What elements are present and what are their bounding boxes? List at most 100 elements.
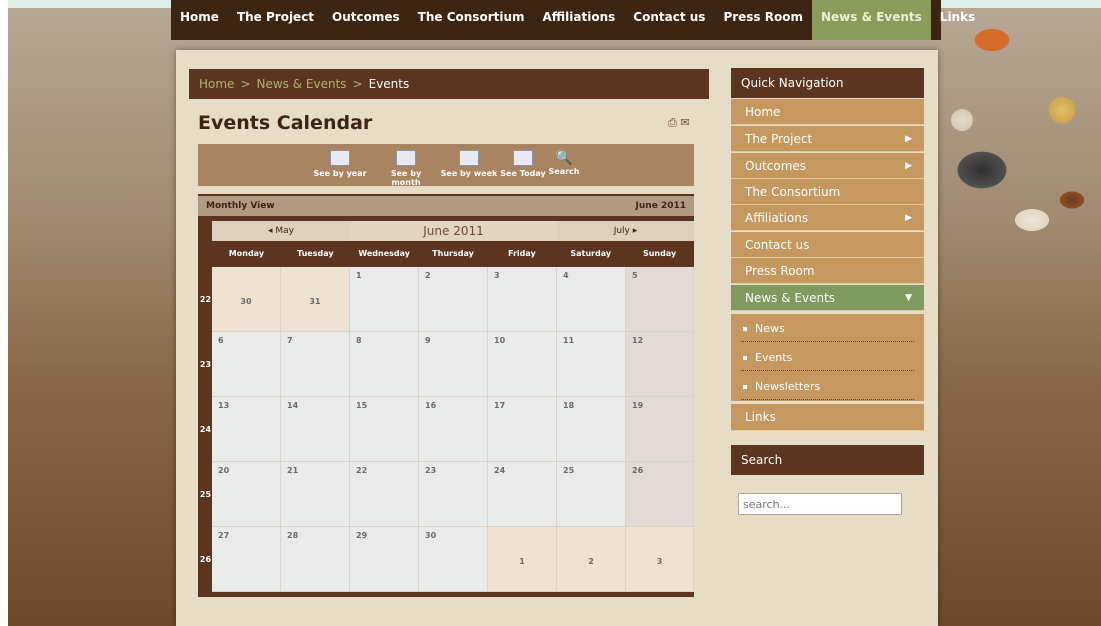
day-number: 24 xyxy=(494,466,506,475)
calendar-day-cell[interactable]: 29 xyxy=(350,527,419,592)
see-by-year-label: See by year xyxy=(313,169,367,178)
quicknav-links[interactable]: Links xyxy=(731,404,924,431)
quicknav-contact-us[interactable]: Contact us xyxy=(731,232,924,258)
quicknav-outcomes[interactable]: Outcomes ▶ xyxy=(731,153,924,179)
quicknav-sub-events[interactable]: Events xyxy=(731,343,924,372)
calendar-day-cell[interactable]: 17 xyxy=(488,397,557,462)
week-number[interactable]: 26 xyxy=(199,555,212,564)
current-month-title: June 2011 xyxy=(350,221,557,241)
quicknav-news-events[interactable]: News & Events ▼ xyxy=(731,285,924,311)
calendar-day-cell[interactable]: 6 xyxy=(212,332,281,397)
day-number: 27 xyxy=(218,531,230,540)
nav-outcomes[interactable]: Outcomes xyxy=(323,0,409,40)
week-number[interactable]: 22 xyxy=(199,295,212,304)
breadcrumb-section[interactable]: News & Events xyxy=(257,77,347,91)
quicknav-sub-newsletters[interactable]: Newsletters xyxy=(731,372,924,401)
see-by-month-button[interactable]: See by month xyxy=(375,150,437,187)
calendar-day-cell[interactable]: 9 xyxy=(419,332,488,397)
calendar-day-cell[interactable]: 2 xyxy=(557,527,626,592)
nav-news-events[interactable]: News & Events xyxy=(811,0,931,40)
calendar-day-cell[interactable]: 15 xyxy=(350,397,419,462)
decorative-artwork xyxy=(932,0,1101,340)
day-number: 18 xyxy=(563,401,575,410)
next-month-link[interactable]: July ▸ xyxy=(557,221,694,241)
dotted-divider xyxy=(741,399,914,400)
see-by-week-button[interactable]: See by week xyxy=(440,150,498,178)
calendar-day-cell[interactable]: 12 xyxy=(626,332,694,397)
current-month-label: June 2011 xyxy=(635,201,686,211)
calendar-day-cell[interactable]: 24 xyxy=(488,462,557,527)
quicknav-outcomes-label: Outcomes xyxy=(745,159,807,173)
arrow-right-icon: ▶ xyxy=(905,161,912,171)
calendar-day-cell[interactable]: 2 xyxy=(419,267,488,332)
nav-the-project[interactable]: The Project xyxy=(228,0,323,40)
calendar-day-cell[interactable]: 30 xyxy=(419,527,488,592)
see-by-year-button[interactable]: See by year xyxy=(310,150,370,178)
calendar-day-cell[interactable]: 22 xyxy=(350,462,419,527)
week-number[interactable]: 24 xyxy=(199,425,212,434)
year-calendar-icon xyxy=(330,150,350,166)
quicknav-affiliations[interactable]: Affiliations ▶ xyxy=(731,205,924,231)
day-number: 1 xyxy=(519,557,525,566)
day-number: 29 xyxy=(356,531,368,540)
day-number: 15 xyxy=(356,401,368,410)
day-number: 2 xyxy=(588,557,594,566)
search-button[interactable]: 🔍 Search xyxy=(546,150,582,176)
calendar-day-cell[interactable]: 25 xyxy=(557,462,626,527)
weekday-friday: Friday xyxy=(508,249,536,258)
day-number: 12 xyxy=(632,336,644,345)
calendar-day-cell[interactable]: 18 xyxy=(557,397,626,462)
quicknav-the-project[interactable]: The Project ▶ xyxy=(731,126,924,152)
calendar-day-cell[interactable]: 5 xyxy=(626,267,694,332)
calendar-day-cell[interactable]: 28 xyxy=(281,527,350,592)
quicknav-the-consortium[interactable]: The Consortium xyxy=(731,179,924,205)
calendar-day-cell[interactable]: 11 xyxy=(557,332,626,397)
calendar-day-cell[interactable]: 26 xyxy=(626,462,694,527)
calendar-toolbar: See by year See by month See by week See… xyxy=(198,144,694,187)
print-icon[interactable]: ⎙ xyxy=(668,116,677,129)
calendar-day-cell[interactable]: 21 xyxy=(281,462,350,527)
calendar-day-cell[interactable]: 31 xyxy=(281,267,350,332)
week-number[interactable]: 25 xyxy=(199,490,212,499)
quick-navigation-title: Quick Navigation xyxy=(731,68,924,98)
bullet-icon xyxy=(743,385,747,389)
calendar-day-cell[interactable]: 8 xyxy=(350,332,419,397)
calendar-day-cell[interactable]: 23 xyxy=(419,462,488,527)
calendar-day-cell[interactable]: 3 xyxy=(488,267,557,332)
nav-affiliations[interactable]: Affiliations xyxy=(534,0,625,40)
nav-contact-us[interactable]: Contact us xyxy=(624,0,714,40)
day-number: 30 xyxy=(425,531,437,540)
calendar-day-cell[interactable]: 7 xyxy=(281,332,350,397)
calendar-day-cell[interactable]: 16 xyxy=(419,397,488,462)
calendar-day-cell[interactable]: 13 xyxy=(212,397,281,462)
day-number: 10 xyxy=(494,336,506,345)
calendar-day-cell[interactable]: 3 xyxy=(626,527,694,592)
quicknav-press-room[interactable]: Press Room xyxy=(731,258,924,284)
dotted-divider xyxy=(741,341,914,342)
nav-the-consortium[interactable]: The Consortium xyxy=(409,0,534,40)
quicknav-sub-events-label: Events xyxy=(755,351,793,364)
quicknav-sub-news[interactable]: News xyxy=(731,314,924,343)
month-navigation: ◂ May June 2011 July ▸ xyxy=(212,221,694,241)
calendar-day-cell[interactable]: 20 xyxy=(212,462,281,527)
calendar-day-cell[interactable]: 1 xyxy=(488,527,557,592)
see-by-week-label: See by week xyxy=(440,169,498,178)
email-icon[interactable]: ✉ xyxy=(680,116,689,129)
previous-month-link[interactable]: ◂ May xyxy=(212,221,350,241)
calendar-day-cell[interactable]: 14 xyxy=(281,397,350,462)
week-number[interactable]: 23 xyxy=(199,360,212,369)
calendar-day-cell[interactable]: 4 xyxy=(557,267,626,332)
calendar-day-cell[interactable]: 30 xyxy=(212,267,281,332)
calendar-day-cell[interactable]: 19 xyxy=(626,397,694,462)
search-input[interactable] xyxy=(738,493,902,515)
quicknav-home[interactable]: Home xyxy=(731,99,924,125)
breadcrumb-home[interactable]: Home xyxy=(199,77,234,91)
calendar-day-cell[interactable]: 27 xyxy=(212,527,281,592)
calendar-grid: 30 31 1 2 3 4 5 6 7 8 9 10 11 12 13 14 15 16 17 18 19 20 21 22 2… xyxy=(212,267,694,592)
nav-press-room[interactable]: Press Room xyxy=(714,0,812,40)
nav-links[interactable]: Links xyxy=(931,0,984,40)
calendar-day-cell[interactable]: 10 xyxy=(488,332,557,397)
calendar-day-cell[interactable]: 1 xyxy=(350,267,419,332)
nav-home[interactable]: Home xyxy=(171,0,228,40)
see-today-button[interactable]: See Today xyxy=(499,150,547,178)
